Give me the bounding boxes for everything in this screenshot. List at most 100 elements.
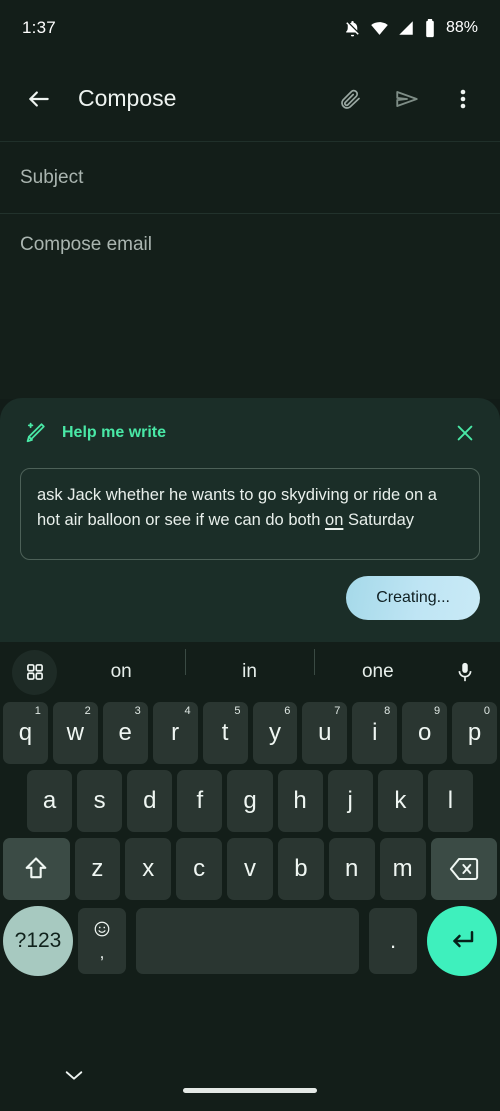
key-l[interactable]: l <box>427 770 473 832</box>
key-w-number: 2 <box>84 705 91 717</box>
status-icons: 88% <box>343 18 478 38</box>
period-key[interactable]: . <box>369 908 417 974</box>
close-icon <box>457 425 473 441</box>
key-a[interactable]: a <box>27 770 73 832</box>
keyboard: on in one 1 q 2 w 3 e 4 r 5 t 6 y 7 u 8 … <box>0 642 500 1035</box>
key-e-label: e <box>118 719 132 746</box>
shift-icon <box>25 857 47 879</box>
subject-field[interactable]: Subject <box>0 142 500 214</box>
key-o-number: 9 <box>434 705 441 717</box>
key-q[interactable]: 1 q <box>2 702 48 764</box>
battery-icon <box>423 18 437 38</box>
key-u-number: 7 <box>334 705 341 717</box>
backspace-key[interactable] <box>430 838 498 900</box>
key-e[interactable]: 3 e <box>102 702 148 764</box>
microphone-icon <box>458 662 472 682</box>
prompt-input[interactable]: ask Jack whether he wants to go skydivin… <box>20 468 480 560</box>
suggestion-word-1[interactable]: on <box>57 661 185 683</box>
cellular-signal-icon <box>397 19 415 37</box>
keyboard-row-1: 1 q 2 w 3 e 4 r 5 t 6 y 7 u 8 i 9 o 0 p <box>2 702 498 764</box>
app-bar-actions <box>336 84 482 114</box>
help-me-write-title: Help me write <box>62 424 167 441</box>
apps-grid-button[interactable] <box>12 649 57 695</box>
key-q-label: q <box>18 719 33 746</box>
suggestion-word-2[interactable]: in <box>185 649 313 683</box>
key-q-number: 1 <box>34 705 41 717</box>
keyboard-row-3: z x c v b n m <box>3 838 498 900</box>
key-u-label: u <box>318 719 332 746</box>
subject-placeholder: Subject <box>20 166 84 188</box>
key-t[interactable]: 5 t <box>202 702 248 764</box>
page-title: Compose <box>78 85 177 111</box>
more-options-button[interactable] <box>448 84 478 114</box>
attach-button[interactable] <box>336 84 366 114</box>
hide-keyboard-button[interactable] <box>60 1065 88 1085</box>
key-i-number: 8 <box>384 705 391 717</box>
key-v[interactable]: v <box>227 838 273 900</box>
key-m[interactable]: m <box>379 838 426 900</box>
key-i-label: i <box>372 719 378 746</box>
help-me-write-actions: Creating... <box>20 576 480 620</box>
key-e-number: 3 <box>134 705 141 717</box>
suggestion-word-3[interactable]: one <box>313 649 442 683</box>
key-z[interactable]: z <box>74 838 121 900</box>
prompt-text: ask Jack whether he wants to go skydivin… <box>37 483 463 533</box>
key-c[interactable]: c <box>176 838 223 900</box>
navigation-bar <box>0 1035 500 1111</box>
enter-key[interactable] <box>427 906 497 976</box>
prompt-text-after: Saturday <box>343 511 415 529</box>
send-icon <box>396 90 418 107</box>
create-button[interactable]: Creating... <box>346 576 480 620</box>
symbols-key[interactable]: ?123 <box>3 906 73 976</box>
key-n[interactable]: n <box>328 838 375 900</box>
key-i[interactable]: 8 i <box>352 702 398 764</box>
key-r[interactable]: 4 r <box>152 702 198 764</box>
body-placeholder: Compose email <box>20 234 152 255</box>
app-bar: Compose <box>0 56 500 142</box>
help-me-write-header: Help me write <box>20 416 480 450</box>
phone-screen: 1:37 88% Compose Subject Compose email H… <box>0 0 500 1111</box>
key-y[interactable]: 6 y <box>252 702 298 764</box>
backspace-icon <box>449 858 478 880</box>
overflow-menu-icon <box>460 89 466 108</box>
key-x[interactable]: x <box>125 838 172 900</box>
key-y-label: y <box>268 719 281 746</box>
emoji-icon <box>94 921 110 936</box>
enter-icon <box>453 931 474 948</box>
key-d[interactable]: d <box>127 770 173 832</box>
suggestion-words: on in one <box>57 649 442 683</box>
notifications-off-icon <box>343 19 362 38</box>
paperclip-icon <box>341 89 360 109</box>
battery-percent: 88% <box>445 19 478 36</box>
key-f[interactable]: f <box>177 770 223 832</box>
back-arrow-icon <box>29 90 49 107</box>
emoji-comma-key[interactable]: , <box>78 908 126 974</box>
key-j[interactable]: j <box>327 770 373 832</box>
keyboard-rows: 1 q 2 w 3 e 4 r 5 t 6 y 7 u 8 i 9 o 0 p … <box>0 702 500 976</box>
magic-wand-icon <box>20 418 50 448</box>
prompt-text-underlined: on <box>325 511 344 529</box>
help-me-write-panel: Help me write ask Jack whether he wants … <box>0 398 500 642</box>
key-w[interactable]: 2 w <box>52 702 98 764</box>
key-p-number: 0 <box>483 705 491 717</box>
send-button[interactable] <box>392 84 422 114</box>
key-s[interactable]: s <box>77 770 123 832</box>
key-b[interactable]: b <box>277 838 324 900</box>
key-t-label: t <box>221 719 229 746</box>
shift-key[interactable] <box>3 838 70 900</box>
status-time: 1:37 <box>22 18 56 37</box>
close-button[interactable] <box>450 418 480 448</box>
home-gesture-pill[interactable] <box>183 1088 317 1093</box>
space-key[interactable] <box>136 908 359 974</box>
key-g[interactable]: g <box>227 770 273 832</box>
key-o-label: o <box>417 719 432 746</box>
microphone-button[interactable] <box>442 661 488 683</box>
key-p[interactable]: 0 p <box>452 702 498 764</box>
back-button[interactable] <box>18 78 60 120</box>
keyboard-row-4: ?123 , . <box>3 906 497 976</box>
key-u[interactable]: 7 u <box>302 702 348 764</box>
key-k[interactable]: k <box>377 770 423 832</box>
key-o[interactable]: 9 o <box>402 702 448 764</box>
body-field[interactable]: Compose email <box>0 214 500 399</box>
key-h[interactable]: h <box>277 770 323 832</box>
